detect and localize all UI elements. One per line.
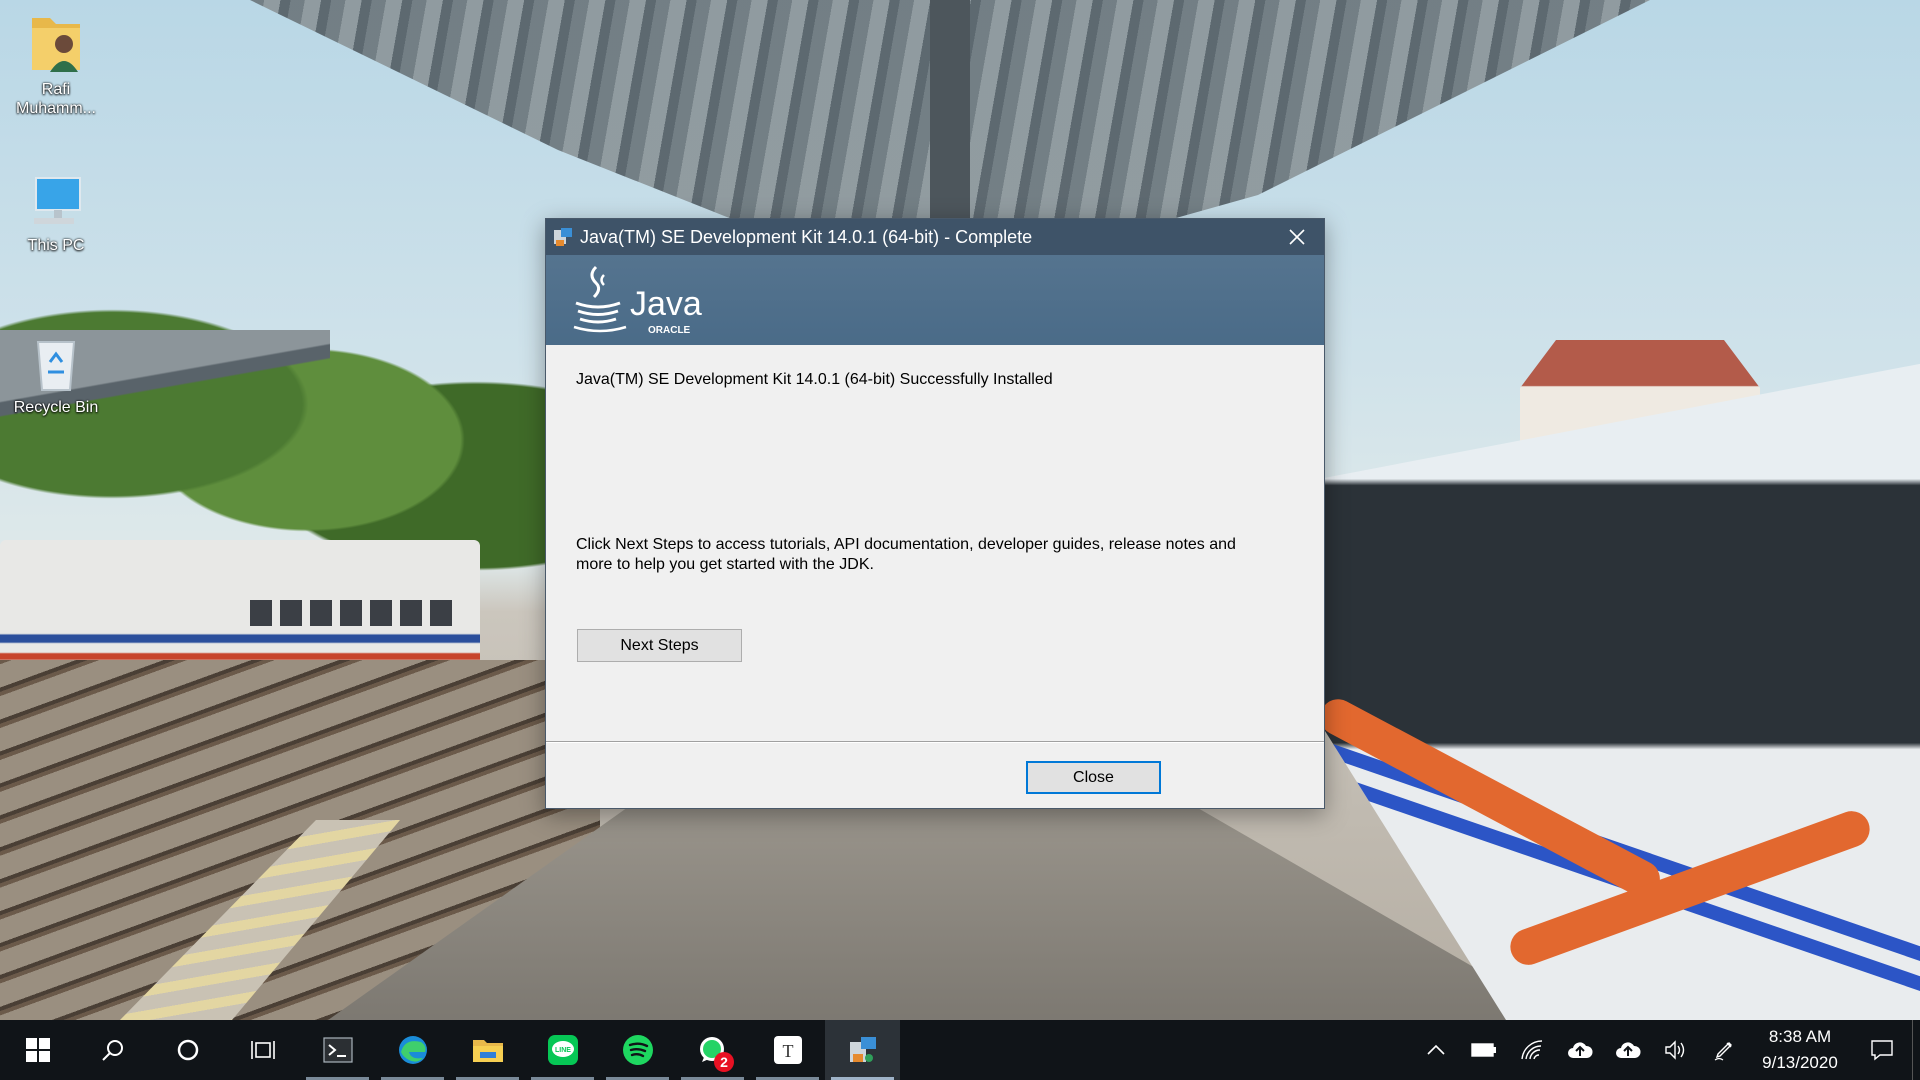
folder-icon	[472, 1040, 503, 1062]
recycle-bin-icon	[36, 341, 76, 391]
notification-icon	[1871, 1040, 1893, 1061]
success-message: Java(TM) SE Development Kit 14.0.1 (64-b…	[576, 371, 1053, 388]
dialog-titlebar[interactable]: Java(TM) SE Development Kit 14.0.1 (64-b…	[546, 219, 1324, 255]
cortana-button[interactable]	[150, 1020, 225, 1080]
windows-logo-icon	[25, 1038, 50, 1062]
show-desktop-button[interactable]	[1912, 1020, 1920, 1080]
taskbar-java-installer[interactable]	[825, 1020, 900, 1080]
chevron-up-icon	[1427, 1044, 1445, 1055]
action-center-button[interactable]	[1852, 1020, 1912, 1080]
desktop-icon-recycle-bin[interactable]: Recycle Bin	[8, 334, 104, 417]
system-clock[interactable]: 8:38 AM 9/13/2020	[1748, 1024, 1852, 1076]
dialog-title: Java(TM) SE Development Kit 14.0.1 (64-b…	[580, 226, 1033, 247]
desktop-icon-user-folder[interactable]: Rafi Muhamm...	[8, 10, 104, 118]
wifi-icon	[1521, 1040, 1543, 1060]
line-app-icon: LINE	[547, 1035, 578, 1065]
info-message: Click Next Steps to access tutorials, AP…	[576, 536, 1236, 573]
close-button[interactable]: Close	[1026, 761, 1161, 794]
dialog-content: Java(TM) SE Development Kit 14.0.1 (64-b…	[546, 345, 1324, 742]
taskbar: LINE 2 T 8:38 AM 9/13/2020	[0, 1020, 1920, 1080]
svg-text:LINE: LINE	[555, 1047, 571, 1054]
pen-workspace-button[interactable]	[1700, 1020, 1748, 1080]
desktop-icon-label: Rafi Muhamm...	[15, 81, 96, 117]
task-view-button[interactable]	[225, 1020, 300, 1080]
task-view-icon	[250, 1041, 275, 1059]
cloud-upload-icon	[1616, 1042, 1641, 1058]
computer-icon	[34, 177, 81, 224]
spotify-icon	[622, 1035, 653, 1065]
installer-icon	[554, 228, 572, 246]
cloud-sync-button[interactable]	[1556, 1020, 1604, 1080]
java-banner: Java ORACLE	[546, 255, 1324, 345]
volume-icon	[1665, 1040, 1685, 1060]
taskbar-typora[interactable]: T	[750, 1020, 825, 1080]
cloud-sync-button-2[interactable]	[1604, 1020, 1652, 1080]
search-icon	[101, 1040, 123, 1061]
desktop-icon-this-pc[interactable]: This PC	[8, 172, 104, 255]
oracle-logo-text: ORACLE	[648, 325, 691, 336]
taskbar-terminal[interactable]	[300, 1020, 375, 1080]
taskbar-whatsapp[interactable]: 2	[675, 1020, 750, 1080]
typora-icon: T	[773, 1036, 802, 1064]
svg-text:T: T	[782, 1041, 793, 1061]
clock-date: 9/13/2020	[1762, 1053, 1838, 1072]
desktop-icon-label: This PC	[27, 237, 85, 254]
clock-time: 8:38 AM	[1768, 1027, 1832, 1046]
next-steps-button[interactable]: Next Steps	[577, 629, 742, 662]
java-logo: Java ORACLE	[573, 265, 702, 336]
cortana-circle-icon	[177, 1039, 198, 1061]
user-folder-icon	[32, 18, 80, 72]
dialog-footer: Close	[546, 742, 1324, 808]
pen-icon	[1714, 1042, 1732, 1061]
start-button[interactable]	[0, 1020, 75, 1080]
battery-button[interactable]	[1460, 1020, 1508, 1080]
taskbar-spotify[interactable]	[600, 1020, 675, 1080]
battery-icon	[1471, 1043, 1496, 1057]
cloud-upload-icon	[1568, 1042, 1593, 1058]
search-button[interactable]	[75, 1020, 150, 1080]
titlebar-close-button[interactable]	[1270, 219, 1324, 255]
show-hidden-icons-button[interactable]	[1412, 1020, 1460, 1080]
taskbar-line[interactable]: LINE	[525, 1020, 600, 1080]
installer-dialog: Java(TM) SE Development Kit 14.0.1 (64-b…	[545, 218, 1325, 809]
close-icon	[1289, 229, 1305, 245]
taskbar-edge[interactable]	[375, 1020, 450, 1080]
desktop-icon-label: Recycle Bin	[13, 399, 99, 416]
notification-badge: 2	[714, 1052, 734, 1072]
java-logo-text: Java	[630, 285, 702, 323]
terminal-icon	[322, 1037, 353, 1063]
network-button[interactable]	[1508, 1020, 1556, 1080]
system-tray: 8:38 AM 9/13/2020	[1412, 1020, 1920, 1080]
edge-browser-icon	[398, 1036, 427, 1064]
taskbar-file-explorer[interactable]	[450, 1020, 525, 1080]
volume-button[interactable]	[1652, 1020, 1700, 1080]
right-train	[1320, 360, 1920, 1020]
installer-icon	[849, 1037, 876, 1062]
